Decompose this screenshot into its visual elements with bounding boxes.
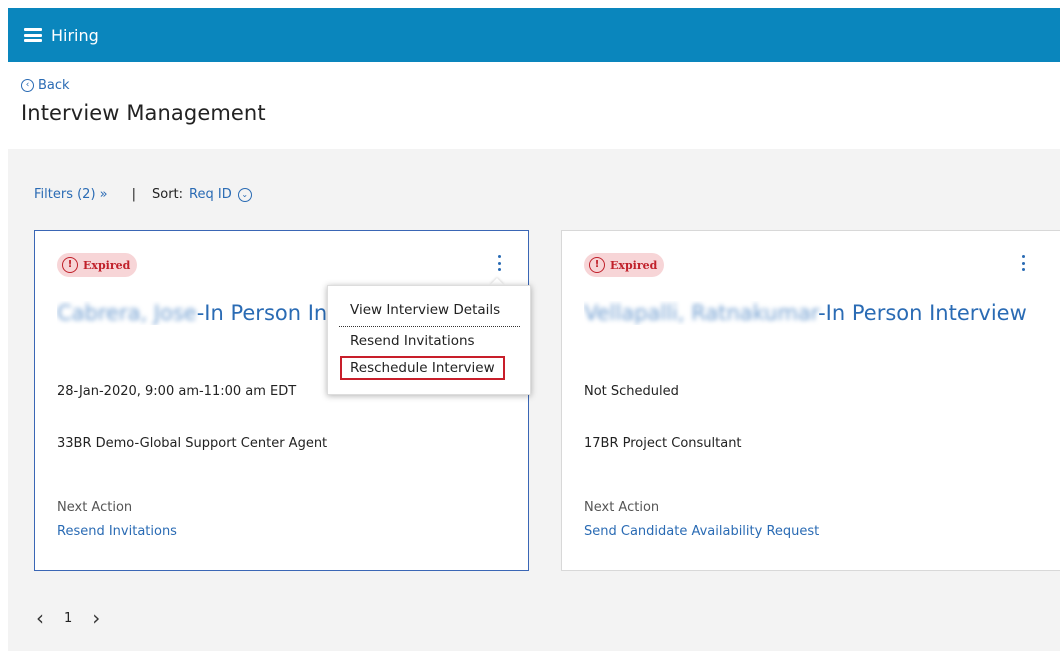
candidate-name: Vellapalli, Ratnakumar xyxy=(584,301,819,325)
page-header: ‹ Back Interview Management xyxy=(8,62,1060,149)
interview-type: -In Person Interview xyxy=(818,301,1027,325)
card-actions-menu: View Interview Details Resend Invitation… xyxy=(327,285,531,395)
interview-card[interactable]: ! Expired Vellapalli, Ratnakumar-In Pers… xyxy=(561,230,1060,571)
more-options-icon[interactable] xyxy=(1018,253,1028,273)
sort-field-button[interactable]: Req ID xyxy=(189,187,232,202)
interview-type: -In Person Int xyxy=(196,301,327,325)
menu-item-resend-invitations[interactable]: Resend Invitations xyxy=(350,333,475,349)
interview-title-link[interactable]: Cabrera, Jose-In Person Int xyxy=(57,301,327,325)
interview-schedule: Not Scheduled xyxy=(584,384,679,399)
alert-icon: ! xyxy=(589,257,605,273)
chevron-down-circle-icon[interactable]: ⌄ xyxy=(237,187,252,202)
prev-page-icon[interactable]: ‹ xyxy=(36,608,44,628)
pagination: ‹ 1 › xyxy=(36,608,100,628)
filters-button[interactable]: Filters (2) » xyxy=(34,187,108,202)
menu-caret xyxy=(490,278,504,285)
next-action-link[interactable]: Resend Invitations xyxy=(57,524,177,539)
status-badge-label: Expired xyxy=(610,258,658,272)
requisition-name: 17BR Project Consultant xyxy=(584,436,742,451)
status-badge-label: Expired xyxy=(83,258,131,272)
toolbar-separator: | xyxy=(131,187,136,202)
menu-item-view-interview-details[interactable]: View Interview Details xyxy=(350,302,500,318)
page-title: Interview Management xyxy=(21,101,266,125)
interview-card[interactable]: ! Expired Cabrera, Jose-In Person Int 28… xyxy=(34,230,529,571)
main-content: Filters (2) » | Sort: Req ID ⌄ ! Expired… xyxy=(8,149,1060,651)
candidate-name: Cabrera, Jose xyxy=(57,301,197,325)
hamburger-menu-icon[interactable] xyxy=(24,28,42,42)
top-app-bar: Hiring xyxy=(8,8,1060,62)
next-action-label: Next Action xyxy=(57,500,133,515)
menu-divider xyxy=(339,326,520,327)
app-title: Hiring xyxy=(51,25,99,45)
status-badge: ! Expired xyxy=(584,253,665,277)
more-options-icon[interactable] xyxy=(494,253,504,273)
back-label: Back xyxy=(38,78,70,93)
page-number-1[interactable]: 1 xyxy=(64,611,72,626)
status-badge: ! Expired xyxy=(57,253,138,277)
next-page-icon[interactable]: › xyxy=(92,608,100,628)
interview-schedule: 28-Jan-2020, 9:00 am-11:00 am EDT xyxy=(57,384,297,399)
menu-item-reschedule-interview[interactable]: Reschedule Interview xyxy=(340,356,505,380)
alert-icon: ! xyxy=(62,257,78,273)
next-action-link[interactable]: Send Candidate Availability Request xyxy=(584,524,819,539)
interview-title-link[interactable]: Vellapalli, Ratnakumar-In Person Intervi… xyxy=(584,301,1027,325)
back-circle-icon: ‹ xyxy=(21,79,34,92)
next-action-label: Next Action xyxy=(584,500,660,515)
back-link[interactable]: ‹ Back xyxy=(21,78,1060,93)
filter-sort-toolbar: Filters (2) » | Sort: Req ID ⌄ xyxy=(34,187,252,202)
sort-label: Sort: xyxy=(152,187,184,202)
requisition-name: 33BR Demo-Global Support Center Agent xyxy=(57,436,328,451)
